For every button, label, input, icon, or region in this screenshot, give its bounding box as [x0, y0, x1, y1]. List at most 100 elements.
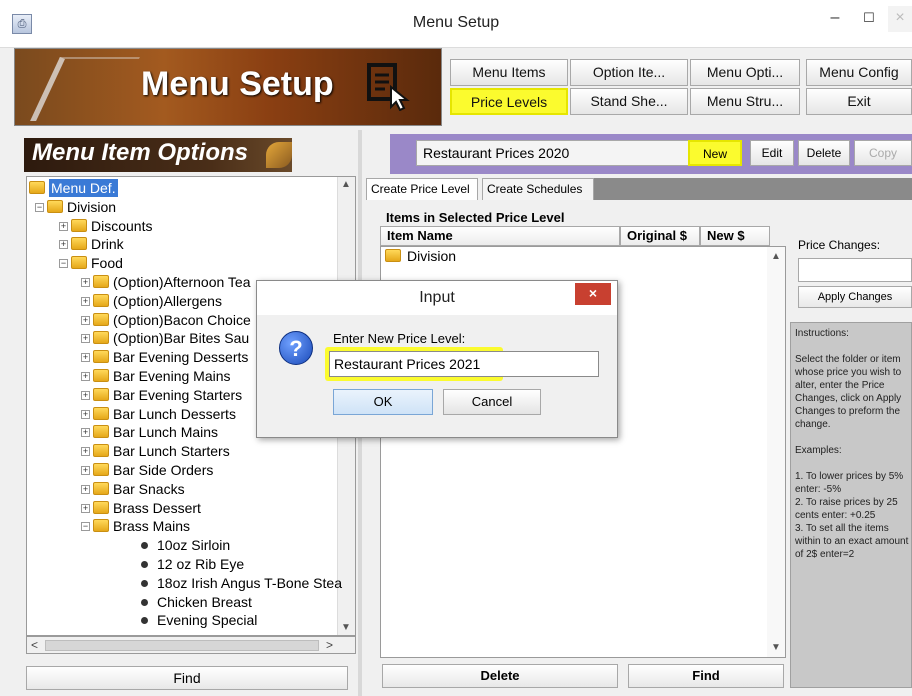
new-price-level-input[interactable]: Restaurant Prices 2021	[329, 351, 599, 377]
stand-sheet-button[interactable]: Stand She...	[570, 88, 688, 115]
delete-button[interactable]: Delete	[382, 664, 618, 688]
scroll-up-icon[interactable]: ▲	[341, 179, 351, 190]
exit-button[interactable]: Exit	[806, 88, 912, 115]
folder-icon	[93, 463, 109, 476]
new-price-level-button[interactable]: New	[688, 140, 742, 166]
tree-label: Bar Lunch Mains	[113, 424, 219, 441]
tree-label: Evening Special	[157, 612, 258, 629]
items-title: Items in Selected Price Level	[386, 210, 565, 225]
option-items-button[interactable]: Option Ite...	[570, 59, 688, 86]
document-cursor-icon	[367, 63, 410, 111]
folder-icon	[71, 237, 87, 251]
collapse-icon[interactable]: −	[35, 202, 44, 212]
tab-create-price-level[interactable]: Create Price Level	[366, 178, 478, 200]
expand-icon[interactable]: +	[81, 503, 90, 513]
instructions-text: Instructions: Select the folder or item …	[790, 322, 912, 688]
find-button-left[interactable]: Find	[26, 666, 348, 690]
menu-config-button[interactable]: Menu Config	[806, 59, 912, 86]
tree-folder[interactable]: + Bar Lunch Starters	[27, 442, 337, 460]
tab-create-schedules[interactable]: Create Schedules	[482, 178, 594, 200]
folder-icon	[93, 331, 109, 345]
input-dialog: Input × ? Enter New Price Level: Restaur…	[256, 280, 618, 438]
price-changes-input[interactable]	[798, 258, 912, 282]
expand-icon[interactable]: +	[81, 428, 90, 438]
copy-price-level-button[interactable]: Copy	[854, 140, 912, 166]
maximize-button[interactable]: ☐	[852, 6, 886, 32]
folder-icon	[93, 350, 109, 364]
expand-icon[interactable]: +	[81, 278, 90, 287]
delete-price-level-button[interactable]: Delete	[798, 140, 850, 166]
expand-icon[interactable]: +	[81, 390, 90, 400]
scroll-down-icon[interactable]: ▼	[341, 622, 351, 633]
column-header-new[interactable]: New $	[700, 226, 770, 246]
tree-label: Chicken Breast	[157, 593, 252, 610]
dialog-titlebar: Input ×	[257, 281, 617, 315]
bullet-icon	[141, 617, 148, 625]
tree-folder[interactable]: − Food	[27, 254, 337, 272]
scroll-right-icon[interactable]: >	[326, 638, 333, 652]
header-button-grid: Menu Items Option Ite... Menu Opti... Me…	[442, 56, 912, 120]
find-button-right[interactable]: Find	[628, 664, 784, 688]
minimize-button[interactable]: –	[818, 6, 852, 32]
apply-changes-button[interactable]: Apply Changes	[798, 286, 912, 308]
close-window-button[interactable]: ×	[888, 6, 912, 32]
expand-icon[interactable]: +	[81, 315, 90, 325]
ok-button[interactable]: OK	[333, 389, 433, 415]
folder-icon	[93, 387, 109, 401]
tree-item[interactable]: Chicken Breast	[27, 593, 337, 611]
menu-options-button[interactable]: Menu Opti...	[690, 59, 800, 86]
tree-folder[interactable]: + Discounts	[27, 217, 337, 235]
tree-label: Menu Def.	[49, 179, 118, 197]
tree-folder[interactable]: Menu Def.	[27, 179, 337, 197]
expand-icon[interactable]: +	[81, 334, 90, 344]
tree-folder[interactable]: − Brass Mains	[27, 517, 337, 535]
menu-structure-button[interactable]: Menu Stru...	[690, 88, 800, 115]
expand-icon[interactable]: +	[81, 466, 90, 475]
expand-icon[interactable]: +	[59, 221, 68, 231]
window-title: Menu Setup	[412, 14, 500, 31]
header: Menu Setup Menu Items Option Ite... Menu…	[0, 48, 912, 128]
expand-icon[interactable]: +	[81, 296, 90, 306]
scroll-down-icon[interactable]: ▼	[771, 642, 781, 653]
tree-horizontal-scrollbar[interactable]: < >	[26, 636, 356, 654]
folder-icon	[93, 519, 109, 533]
column-header-item-name[interactable]: Item Name	[380, 226, 620, 246]
collapse-icon[interactable]: −	[81, 522, 90, 532]
expand-icon[interactable]: +	[81, 447, 90, 457]
folder-icon	[93, 275, 109, 288]
price-level-select[interactable]: Restaurant Prices 2020 ∨	[416, 140, 710, 166]
dialog-close-button[interactable]: ×	[575, 283, 611, 305]
tree-folder[interactable]: + Bar Side Orders	[27, 461, 337, 479]
folder-icon	[71, 256, 87, 270]
tree-folder[interactable]: − Division	[27, 198, 337, 216]
expand-icon[interactable]: +	[81, 484, 90, 494]
column-header-original[interactable]: Original $	[620, 226, 700, 246]
expand-icon[interactable]: +	[81, 353, 90, 363]
tree-folder[interactable]: + Brass Dessert	[27, 499, 337, 517]
scroll-left-icon[interactable]: <	[31, 638, 38, 652]
tree-folder[interactable]: + Bar Snacks	[27, 480, 337, 498]
price-changes-label: Price Changes:	[798, 238, 881, 252]
folder-icon	[93, 369, 109, 382]
expand-icon[interactable]: +	[81, 409, 90, 419]
tree-folder[interactable]: + Drink	[27, 235, 337, 253]
tree-label: 10oz Sirloin	[157, 537, 231, 554]
expand-icon[interactable]: +	[81, 372, 90, 381]
price-levels-button[interactable]: Price Levels	[450, 88, 568, 115]
collapse-icon[interactable]: −	[59, 259, 68, 269]
items-vertical-scrollbar[interactable]: ▲ ▼	[767, 247, 785, 657]
tree-item[interactable]: 12 oz Rib Eye	[27, 555, 337, 573]
scrollbar-thumb[interactable]	[45, 640, 319, 651]
tree-item[interactable]: Evening Special	[27, 611, 337, 629]
edit-price-level-button[interactable]: Edit	[750, 140, 794, 166]
tree-label: Bar Evening Desserts	[113, 349, 249, 366]
menu-items-button[interactable]: Menu Items	[450, 59, 568, 86]
tree-label: (Option)Allergens	[113, 292, 222, 309]
window-titlebar: ⎙ Menu Setup – ☐ ×	[0, 0, 912, 48]
tree-item[interactable]: 18oz Irish Angus T-Bone Stea	[27, 574, 342, 592]
tree-item[interactable]: 10oz Sirloin	[27, 536, 337, 554]
cancel-button[interactable]: Cancel	[443, 389, 541, 415]
dialog-title: Input	[419, 289, 455, 306]
scroll-up-icon[interactable]: ▲	[771, 251, 781, 262]
expand-icon[interactable]: +	[59, 240, 68, 250]
